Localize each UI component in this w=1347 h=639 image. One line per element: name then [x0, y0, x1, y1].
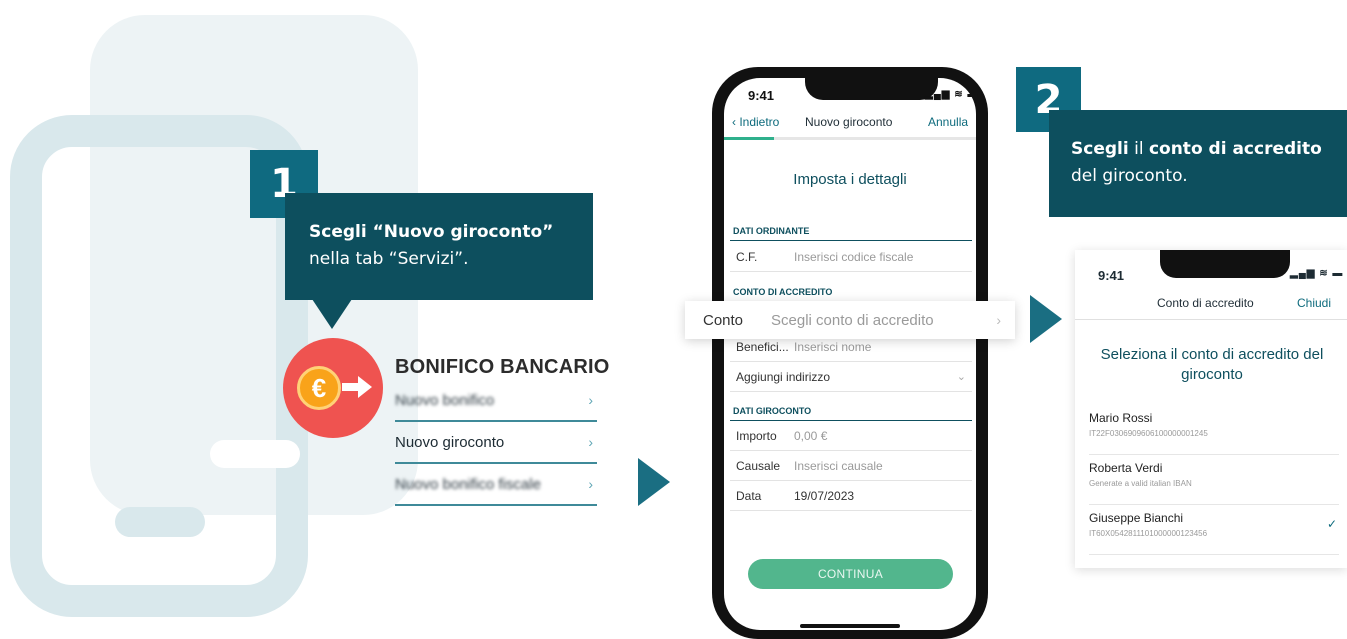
progress-bar-fill [724, 137, 775, 140]
home-indicator [800, 624, 900, 628]
status-time: 9:41 [748, 88, 775, 103]
field-placeholder: Inserisci causale [794, 458, 883, 473]
menu-item-label: Nuovo bonifico fiscale [395, 475, 541, 493]
step-1-callout-pointer [312, 299, 352, 329]
status-time: 9:41 [1098, 268, 1125, 283]
field-data[interactable]: Data 19/07/2023 [730, 481, 972, 511]
field-placeholder: Scegli conto di accredito [771, 311, 934, 329]
field-value: 0,00 € [794, 428, 828, 443]
menu-item-label: Nuovo bonifico [395, 391, 495, 409]
close-button[interactable]: Chiudi [1297, 296, 1331, 310]
field-label: Conto [703, 311, 744, 329]
menu-item-nuovo-bonifico-fiscale[interactable]: Nuovo bonifico fiscale › [395, 464, 597, 506]
chevron-right-icon: › [588, 476, 593, 492]
chevron-right-icon: › [588, 434, 593, 450]
step-2-callout-bold: conto di accredito [1148, 139, 1322, 159]
step-2-callout: Scegli il conto di accredito del girocon… [1049, 110, 1347, 217]
background-pill [115, 507, 205, 537]
field-label: Importo [736, 428, 777, 443]
account-iban: IT22F0306909606100000001245 [1089, 429, 1208, 438]
section-title: Imposta i dettagli [793, 171, 907, 188]
account-row-mario-rossi[interactable]: Mario Rossi IT22F0306909606100000001245 [1089, 405, 1339, 455]
panel-heading: Seleziona il conto di accredito del giro… [1100, 346, 1324, 383]
chevron-right-icon: › [588, 392, 593, 408]
field-label: Data [736, 488, 762, 503]
section-label-conto-accredito: CONTO DI ACCREDITO [733, 287, 833, 297]
section-label-giroconto: DATI GIROCONTO [733, 406, 812, 416]
phone-notch [805, 73, 938, 100]
field-conto-highlight[interactable]: Conto Scegli conto di accredito › [685, 301, 1015, 339]
field-causale[interactable]: Causale Inserisci causale [730, 451, 972, 481]
account-iban: Generate a valid italian IBAN [1089, 479, 1192, 488]
field-codice-fiscale[interactable]: C.F. Inserisci codice fiscale [730, 242, 972, 272]
panel-divider [1075, 319, 1347, 320]
chevron-right-icon: › [996, 312, 1001, 328]
flow-arrow-icon [638, 458, 670, 506]
step-2-callout-text: del giroconto. [1071, 166, 1188, 186]
section-label-ordinante: DATI ORDINANTE [733, 226, 810, 236]
field-value: 19/07/2023 [794, 488, 855, 503]
chevron-down-icon: ⌄ [956, 371, 966, 383]
step-2-callout-text: il [1128, 139, 1149, 159]
progress-bar [724, 137, 976, 140]
account-iban: IT60X0542811101000000123456 [1089, 529, 1208, 538]
section-divider [730, 240, 972, 241]
field-label: C.F. [736, 249, 758, 264]
background-pill-white [210, 440, 300, 468]
flow-arrow-icon [1030, 295, 1062, 343]
account-row-roberta-verdi[interactable]: Roberta Verdi Generate a valid italian I… [1089, 455, 1339, 505]
bonifico-section-title: BONIFICO BANCARIO [395, 356, 610, 378]
field-importo[interactable]: Importo 0,00 € [730, 421, 972, 451]
back-button[interactable]: ‹ Indietro [732, 115, 779, 129]
account-row-giuseppe-bianchi[interactable]: Giuseppe Bianchi IT60X054281110100000012… [1089, 505, 1339, 555]
status-icons: ▂▄▆ ≋ ▬ [925, 89, 979, 100]
field-label: Causale [736, 458, 781, 473]
step-1-callout: Scegli “Nuovo giroconto” nella tab “Serv… [285, 193, 593, 300]
step-1-callout-text: nella tab “Servizi”. [309, 249, 469, 269]
phone-notch [1160, 250, 1290, 278]
status-icons: ▂▄▆ ≋ ▬ [1290, 268, 1344, 279]
step-2-callout-bold: Scegli [1071, 139, 1129, 159]
menu-item-nuovo-giroconto[interactable]: Nuovo giroconto › [395, 422, 597, 464]
account-name: Giuseppe Bianchi [1089, 511, 1184, 525]
step-1-callout-bold: Scegli “Nuovo giroconto” [309, 222, 554, 242]
cancel-button[interactable]: Annulla [928, 115, 968, 129]
account-name: Mario Rossi [1089, 411, 1153, 425]
menu-item-nuovo-bonifico[interactable]: Nuovo bonifico › [395, 380, 597, 422]
field-placeholder: Inserisci nome [794, 339, 872, 354]
transfer-arrow-icon [342, 376, 372, 398]
checkmark-icon: ✓ [1326, 517, 1337, 531]
euro-coin-icon: € [297, 366, 341, 410]
field-label: Benefici... [736, 339, 789, 354]
field-placeholder: Inserisci codice fiscale [794, 249, 914, 264]
screen-title: Nuovo giroconto [805, 115, 893, 129]
account-name: Roberta Verdi [1089, 461, 1163, 475]
menu-item-label: Nuovo giroconto [395, 433, 505, 451]
field-label: Aggiungi indirizzo [736, 369, 831, 384]
continue-button[interactable]: CONTINUA [748, 559, 953, 589]
panel-title: Conto di accredito [1157, 296, 1254, 310]
add-address-row[interactable]: Aggiungi indirizzo ⌄ [730, 362, 972, 392]
